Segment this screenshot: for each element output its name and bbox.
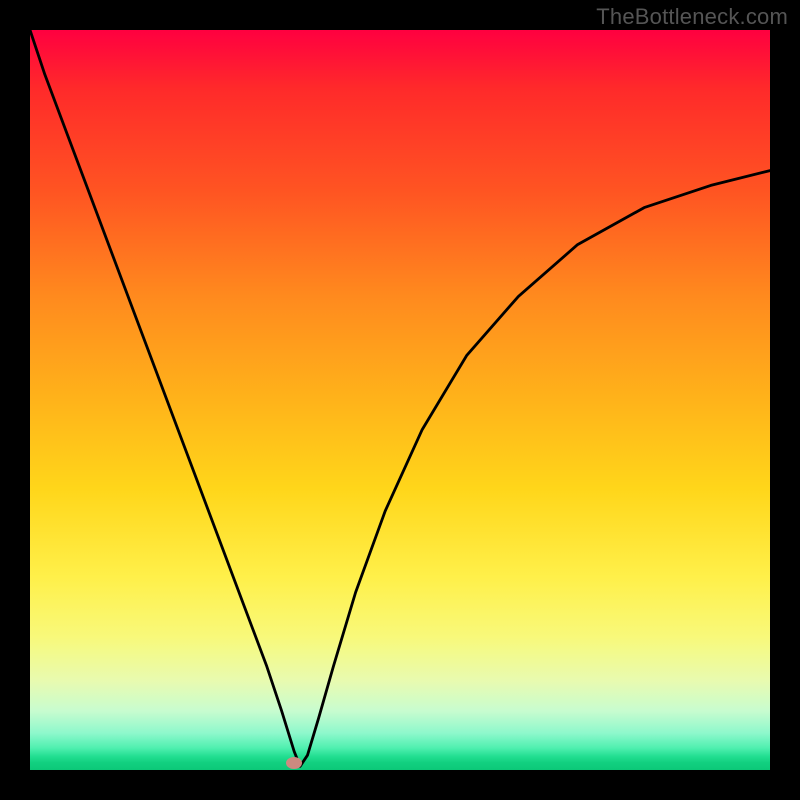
- watermark-text: TheBottleneck.com: [596, 4, 788, 30]
- chart-svg: [30, 30, 770, 770]
- bottleneck-curve: [30, 30, 770, 766]
- chart-frame: [30, 30, 770, 770]
- optimum-marker: [286, 757, 302, 769]
